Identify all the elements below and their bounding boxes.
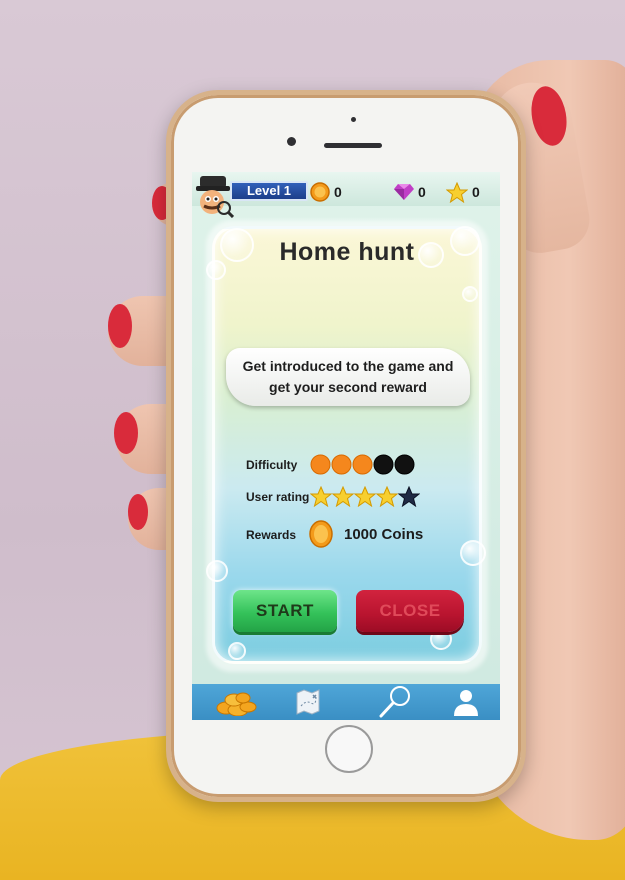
level-badge: Level 1	[230, 181, 308, 201]
finger-nail-2	[108, 304, 132, 348]
nav-map[interactable]	[278, 684, 338, 720]
gem-icon	[394, 184, 414, 200]
bottom-navbar	[192, 684, 500, 720]
nav-coins[interactable]	[206, 684, 266, 720]
star-icon	[446, 181, 468, 203]
coin-icon	[310, 182, 330, 202]
rating-label: User rating	[246, 490, 310, 504]
difficulty-dot-empty-icon	[394, 454, 415, 475]
phone-sensor	[351, 117, 356, 122]
treasure-map-icon	[296, 689, 320, 715]
difficulty-label: Difficulty	[246, 458, 298, 472]
bubble-decoration	[460, 540, 486, 566]
difficulty-dot-empty-icon	[373, 454, 394, 475]
rating-star-filled-icon	[332, 486, 354, 507]
rating-star-filled-icon	[376, 486, 398, 507]
bubble-decoration	[462, 286, 478, 302]
bubble-decoration	[228, 642, 246, 660]
difficulty-dot-filled-icon	[331, 454, 352, 475]
detective-avatar-icon[interactable]	[194, 174, 234, 218]
phone-home-button[interactable]	[325, 725, 373, 773]
rating-star-empty-icon	[398, 486, 420, 507]
coins-value: 0	[334, 184, 342, 200]
rewards-value: 1000 Coins	[344, 525, 424, 543]
gems-value: 0	[418, 184, 426, 200]
coins-pile-icon	[216, 692, 257, 716]
dialog-title: Home hunt	[279, 238, 415, 266]
rating-star-filled-icon	[310, 486, 332, 507]
dialog-description: Get introduced to the game and get your …	[226, 348, 470, 406]
difficulty-meter	[310, 454, 415, 475]
rewards-row: 1000 Coins	[308, 520, 423, 548]
profile-icon	[454, 690, 478, 716]
finger-nail-3	[114, 412, 138, 454]
difficulty-dot-filled-icon	[352, 454, 373, 475]
game-screen: Level 1 0 0 0 Home hunt Get introduced t…	[192, 172, 500, 720]
reward-coin-icon	[309, 520, 333, 548]
difficulty-dot-filled-icon	[310, 454, 331, 475]
magnifier-icon	[379, 686, 410, 718]
phone-speaker	[324, 143, 382, 148]
finger-nail-4	[128, 494, 148, 530]
coins-counter: 0	[310, 182, 342, 202]
bubble-decoration	[206, 560, 228, 582]
rating-stars	[310, 486, 420, 507]
stars-counter: 0	[446, 181, 480, 203]
phone-camera	[287, 137, 296, 146]
close-button[interactable]: CLOSE	[356, 590, 464, 632]
rating-star-filled-icon	[354, 486, 376, 507]
gems-counter: 0	[394, 182, 426, 202]
rewards-label: Rewards	[246, 528, 297, 542]
start-button[interactable]: START	[233, 590, 337, 632]
nav-profile[interactable]	[436, 684, 496, 720]
nav-search[interactable]	[364, 684, 424, 720]
stars-value: 0	[472, 184, 480, 200]
